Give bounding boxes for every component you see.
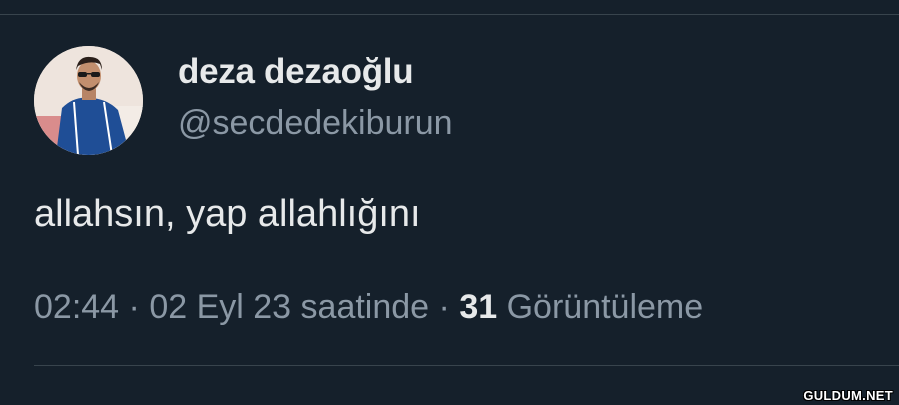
display-name[interactable]: deza dezaoğlu	[178, 54, 414, 89]
views-label: Görüntüleme	[497, 288, 704, 326]
bottom-divider	[34, 365, 899, 366]
top-divider	[0, 14, 899, 15]
user-handle[interactable]: @secdedekiburun	[178, 106, 453, 140]
tweet-meta: 02:44 · 02 Eyl 23 saatinde · 31 Görüntül…	[34, 290, 703, 324]
meta-separator-2: ·	[438, 288, 460, 326]
watermark: GULDUM.NET	[803, 388, 893, 403]
avatar-image	[34, 46, 143, 155]
meta-separator: ·	[128, 288, 150, 326]
tweet-time[interactable]: 02:44	[34, 288, 119, 326]
tweet-text: allahsın, yap allahlığını	[34, 193, 421, 235]
tweet-date[interactable]: 02 Eyl 23 saatinde	[149, 288, 429, 326]
views-count: 31	[459, 288, 498, 326]
avatar[interactable]	[34, 46, 143, 155]
